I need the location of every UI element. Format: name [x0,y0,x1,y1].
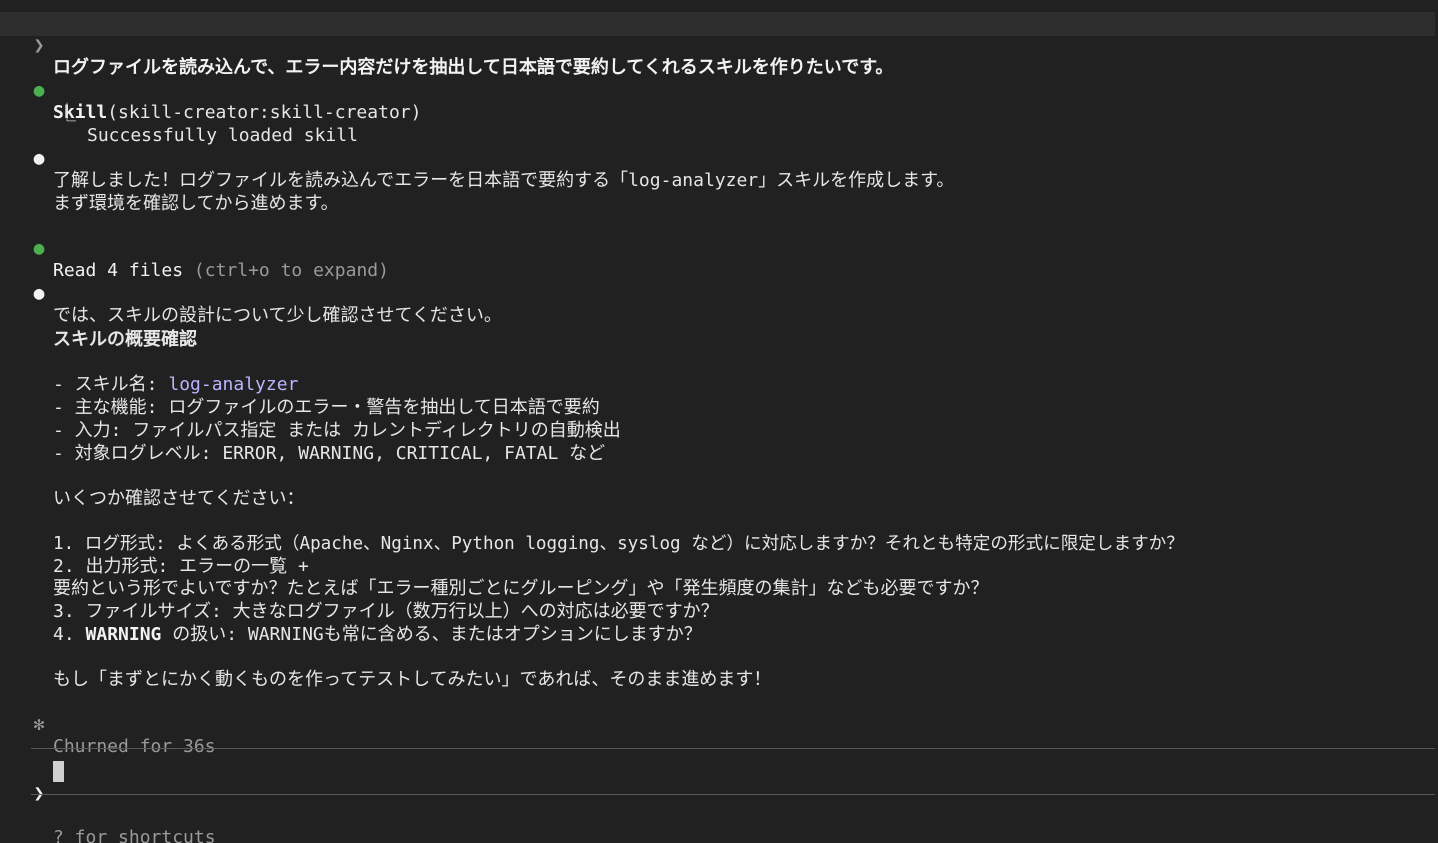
text-cursor[interactable] [53,761,64,782]
assistant-message: ● 了解しました！ログファイルを読み込んでエラーを日本語で要約する「log-an… [0,126,955,191]
status-dot-icon: ● [33,80,45,101]
tool-result-line: ⎿ Successfully loaded skill [0,81,358,146]
overview-name: - スキル名: log-analyzer [53,374,298,396]
expand-hint: (ctrl+o to expand) [193,260,389,281]
question-item: 要約という形でよいですか？たとえば「エラー種別ごとにグルーピング」や「発生頻度の… [0,556,988,599]
question-1: 1. ログ形式: よくある形式（Apache、Nginx、Python logg… [53,534,1184,554]
overview-item: - 入力: ファイルパス指定 または カレントディレクトリの自動検出 [0,398,621,441]
tool-call-skill: ● Skill(skill-creator:skill-creator) [0,58,422,123]
overview-heading-line: スキルの概要確認 [0,307,197,350]
closing-line: もし「まずとにかく動くものを作ってテストしてみたい」であれば、そのまま進めます！ [0,647,771,690]
prompt-chevron-icon: ❯ [33,35,45,56]
read-call-text[interactable]: Read 4 files (ctrl+o to expand) [53,260,389,282]
overview-name-label: - スキル名: [53,374,169,395]
overview-heading: スキルの概要確認 [53,329,197,350]
question-2a: 2. 出力形式: エラーの一覧 + [53,556,309,577]
overview-item: - 主な機能: ログファイルのエラー・警告を抽出して日本語で要約 [0,375,600,418]
input-line[interactable]: ❯ [0,761,64,804]
shortcuts-hint[interactable]: ? for shortcuts [53,827,216,843]
question-4: 4. WARNING の扱い: WARNINGも常に含める、またはオプションにし… [53,624,702,646]
tool-args: (skill-creator:skill-creator) [107,102,422,123]
input-bottom-border [31,794,1435,795]
tool-call-read[interactable]: ● Read 4 files (ctrl+o to expand) [0,216,389,281]
question-4-keyword: WARNING [85,624,162,645]
closing-text: もし「まずとにかく動くものを作ってテストしてみたい」であれば、そのまま進めます！ [53,669,772,690]
overview-feature: - 主な機能: ログファイルのエラー・警告を抽出して日本語で要約 [53,397,600,418]
status-line: ✻ Churned for 36s [0,692,216,757]
input-top-border [31,748,1435,749]
question-4-rest: の扱い: WARNINGも常に含める、またはオプションにしますか？ [161,624,702,645]
questions-heading: いくつか確認させてください： [53,488,305,509]
question-2b: 要約という形でよいですか？たとえば「エラー種別ごとにグルーピング」や「発生頻度の… [53,578,989,599]
question-4-prefix: 4. [53,624,86,645]
skill-name-code: log-analyzer [168,374,299,395]
assistant-text-1: 了解しました！ログファイルを読み込んでエラーを日本語で要約する「log-anal… [53,170,955,191]
question-3: 3. ファイルサイズ: 大きなログファイル（数万行以上）への対応は必要ですか？ [53,601,719,622]
overview-input: - 入力: ファイルパス指定 または カレントディレクトリの自動検出 [53,420,621,441]
tree-branch-icon: ⎿ [58,103,76,124]
questions-heading-line: いくつか確認させてください： [0,466,304,509]
overview-item: - 対象ログレベル: ERROR, WARNING, CRITICAL, FAT… [0,421,605,464]
question-item: 3. ファイルサイズ: 大きなログファイル（数万行以上）への対応は必要ですか？ [0,579,719,622]
asterisk-icon: ✻ [33,714,45,735]
status-text: Churned for 36s [53,736,216,757]
user-prompt-text: ログファイルを読み込んで、エラー内容だけを抽出して日本語で要約してくれるスキルを… [53,57,894,78]
question-item: 1. ログ形式: よくある形式（Apache、Nginx、Python logg… [0,511,1184,554]
question-item: 4. WARNING の扱い: WARNINGも常に含める、またはオプションにし… [0,602,702,645]
overview-levels: - 対象ログレベル: ERROR, WARNING, CRITICAL, FAT… [53,443,606,464]
overview-item: - スキル名: log-analyzer [0,352,298,395]
assistant-message: ● では、スキルの設計について少し確認させてください。 [0,261,502,326]
message-dot-icon: ● [33,283,45,304]
user-prompt-bar [0,12,1435,36]
assistant-text-2: まず環境を確認してから進めます。 [53,193,339,214]
status-dot-icon: ● [33,238,45,259]
read-label: Read 4 files [53,260,184,281]
message-dot-icon: ● [33,148,45,169]
user-prompt-line: ❯ ログファイルを読み込んで、エラー内容だけを抽出して日本語で要約してくれるスキ… [0,13,894,78]
assistant-text-3: では、スキルの設計について少し確認させてください。 [53,305,502,326]
tool-result-text: Successfully loaded skill [87,125,358,146]
question-item: 2. 出力形式: エラーの一覧 + [0,534,309,577]
tool-call-text: Skill(skill-creator:skill-creator) [53,102,421,124]
footer-line: ? for shortcuts [0,805,216,843]
assistant-line: まず環境を確認してから進めます。 [0,171,339,214]
